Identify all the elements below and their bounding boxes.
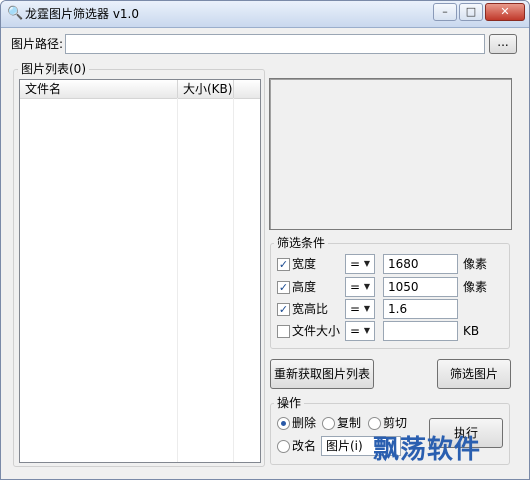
height-operator-select[interactable]: = ▼	[345, 277, 375, 297]
chevron-down-icon: ▼	[363, 282, 370, 291]
aspect-ratio-value-input[interactable]: 1.6	[383, 299, 458, 319]
width-unit: 像素	[463, 257, 488, 271]
height-label: 高度	[292, 280, 317, 294]
image-list-group-label: 图片列表(0)	[18, 62, 89, 76]
delete-radio[interactable]	[277, 417, 290, 430]
path-label: 图片路径:	[11, 37, 64, 51]
window-title: 龙霆图片筛选器 v1.0	[25, 7, 140, 21]
file-size-operator-select[interactable]: = ▼	[345, 321, 375, 341]
watermark: 飘荡软件	[373, 435, 482, 465]
copy-label: 复制	[337, 416, 362, 430]
image-preview	[269, 78, 512, 230]
filter-group-label: 筛选条件	[274, 236, 329, 250]
main-window: 🔍 龙霆图片筛选器 v1.0 – □ ✕ 图片路径: ... 图片列表(0) 文…	[0, 0, 530, 480]
rename-label: 改名	[292, 439, 317, 453]
browse-button[interactable]: ...	[489, 34, 517, 54]
height-operator-value: =	[350, 280, 361, 294]
aspect-ratio-operator-value: =	[350, 302, 361, 316]
cut-label: 剪切	[383, 416, 408, 430]
height-unit: 像素	[463, 280, 488, 294]
path-input[interactable]	[65, 34, 485, 54]
height-value-input[interactable]: 1050	[383, 277, 458, 297]
copy-radio[interactable]	[322, 417, 335, 430]
file-size-label: 文件大小	[292, 324, 341, 338]
rename-radio[interactable]	[277, 440, 290, 453]
file-size-value-input[interactable]	[383, 321, 458, 341]
image-list[interactable]: 文件名 大小(KB)	[19, 79, 261, 463]
column-size[interactable]: 大小(KB)	[178, 80, 234, 98]
width-value-input[interactable]: 1680	[383, 254, 458, 274]
chevron-down-icon: ▼	[363, 304, 370, 313]
close-button[interactable]: ✕	[485, 3, 525, 21]
column-divider	[177, 98, 178, 462]
width-operator-value: =	[350, 257, 361, 271]
list-header: 文件名 大小(KB)	[20, 80, 260, 99]
width-checkbox[interactable]: ✓	[277, 258, 290, 271]
maximize-button[interactable]: □	[459, 3, 483, 21]
aspect-ratio-operator-select[interactable]: = ▼	[345, 299, 375, 319]
file-size-operator-value: =	[350, 324, 361, 338]
delete-label: 删除	[292, 416, 317, 430]
chevron-down-icon: ▼	[363, 326, 370, 335]
file-size-checkbox[interactable]	[277, 325, 290, 338]
refresh-list-button[interactable]: 重新获取图片列表	[270, 359, 374, 389]
aspect-ratio-label: 宽高比	[292, 302, 329, 316]
column-divider	[233, 98, 234, 462]
aspect-ratio-checkbox[interactable]: ✓	[277, 303, 290, 316]
title-bar[interactable]: 🔍 龙霆图片筛选器 v1.0 – □ ✕	[1, 1, 529, 28]
height-checkbox[interactable]: ✓	[277, 281, 290, 294]
filter-images-button[interactable]: 筛选图片	[437, 359, 511, 389]
chevron-down-icon: ▼	[363, 259, 370, 268]
column-filename[interactable]: 文件名	[20, 80, 178, 98]
width-operator-select[interactable]: = ▼	[345, 254, 375, 274]
cut-radio[interactable]	[368, 417, 381, 430]
minimize-button[interactable]: –	[433, 3, 457, 21]
operation-group-label: 操作	[274, 396, 305, 410]
file-size-unit: KB	[463, 324, 480, 338]
width-label: 宽度	[292, 257, 317, 271]
magnifier-icon: 🔍	[7, 6, 24, 21]
radio-selected-dot	[281, 421, 286, 426]
